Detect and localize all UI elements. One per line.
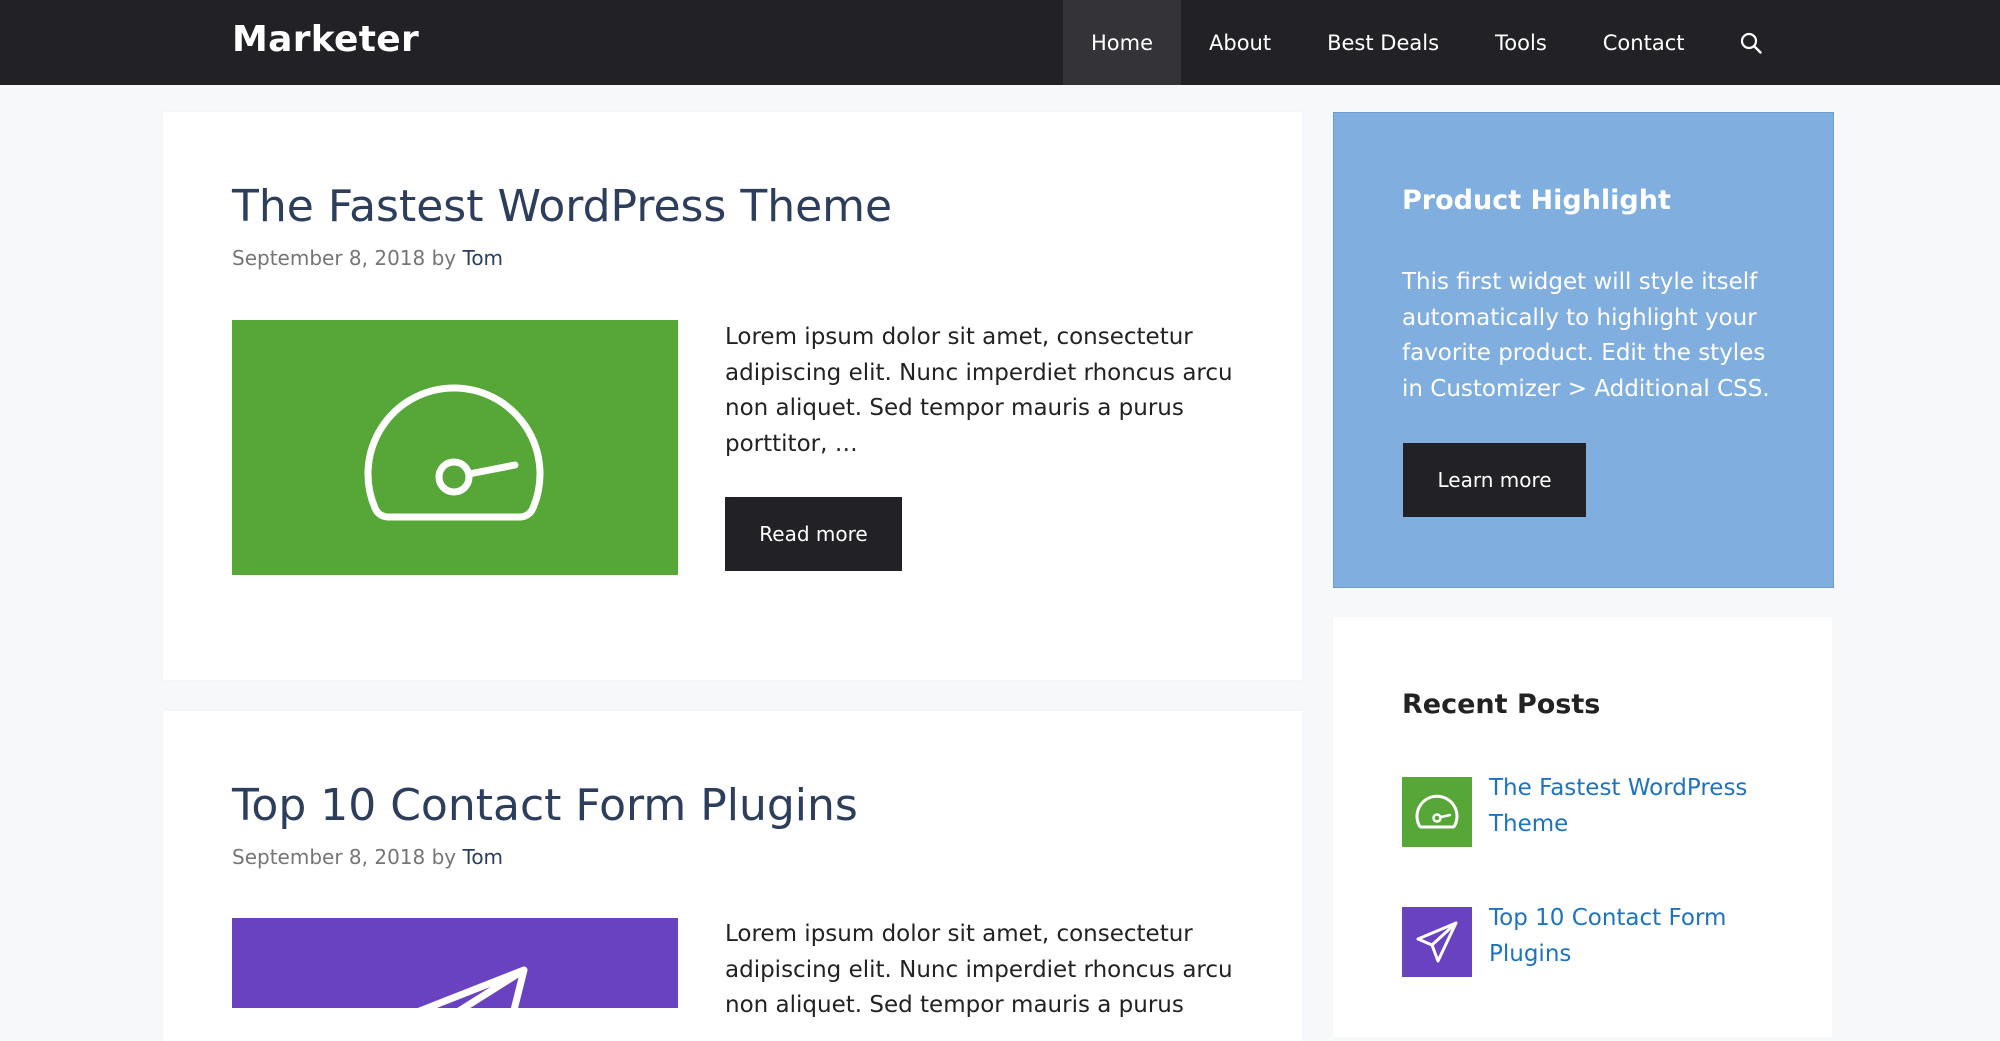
post-title[interactable]: The Fastest WordPress Theme: [232, 179, 892, 235]
widget-title: Product Highlight: [1402, 185, 1671, 216]
recent-post-item[interactable]: The Fastest WordPress Theme: [1402, 775, 1789, 847]
post-by: by: [431, 246, 457, 270]
post-date: September 8, 2018: [232, 246, 426, 270]
widget-text: This first widget will style itself auto…: [1402, 269, 1770, 402]
site-header: Marketer Home About Best Deals Tools Con…: [0, 0, 2000, 85]
search-icon: [1741, 32, 1763, 54]
recent-post-thumbnail[interactable]: [1402, 907, 1472, 977]
recent-post-thumbnail[interactable]: [1402, 777, 1472, 847]
recent-posts-widget: Recent Posts The Fastest WordPress Theme…: [1333, 617, 1832, 1037]
nav-item-contact[interactable]: Contact: [1575, 0, 1713, 85]
learn-more-button[interactable]: Learn more: [1403, 443, 1586, 517]
search-button[interactable]: [1712, 0, 1790, 85]
post-meta: September 8, 2018 by Tom: [232, 244, 503, 272]
read-more-button[interactable]: Read more: [725, 497, 902, 571]
paper-plane-icon: [1416, 921, 1458, 963]
speedometer-icon: [1415, 794, 1459, 829]
post-excerpt: Lorem ipsum dolor sit amet, consectetur …: [725, 324, 1233, 457]
post-thumbnail[interactable]: [232, 918, 678, 1008]
nav-item-home[interactable]: Home: [1063, 0, 1182, 85]
nav-item-about[interactable]: About: [1181, 0, 1299, 85]
widget-title: Recent Posts: [1402, 689, 1601, 720]
post-meta: September 8, 2018 by Tom: [232, 843, 503, 871]
post-author-link[interactable]: Tom: [463, 246, 504, 270]
post-title[interactable]: Top 10 Contact Form Plugins: [232, 778, 858, 834]
recent-post-link[interactable]: The Fastest WordPress Theme: [1489, 771, 1789, 847]
recent-post-item[interactable]: Top 10 Contact Form Plugins: [1402, 905, 1789, 977]
nav-item-best-deals[interactable]: Best Deals: [1299, 0, 1467, 85]
post-by: by: [431, 845, 457, 869]
nav-item-tools[interactable]: Tools: [1467, 0, 1575, 85]
product-highlight-widget: Product Highlight This first widget will…: [1333, 112, 1834, 588]
main-nav: Home About Best Deals Tools Contact: [1063, 0, 1790, 85]
post-author-link[interactable]: Tom: [463, 845, 504, 869]
post-date: September 8, 2018: [232, 845, 426, 869]
site-title[interactable]: Marketer: [232, 15, 419, 65]
recent-post-link[interactable]: Top 10 Contact Form Plugins: [1489, 901, 1789, 977]
paper-plane-icon: [417, 966, 528, 1008]
post-thumbnail[interactable]: [232, 320, 678, 575]
speedometer-icon: [364, 384, 544, 521]
